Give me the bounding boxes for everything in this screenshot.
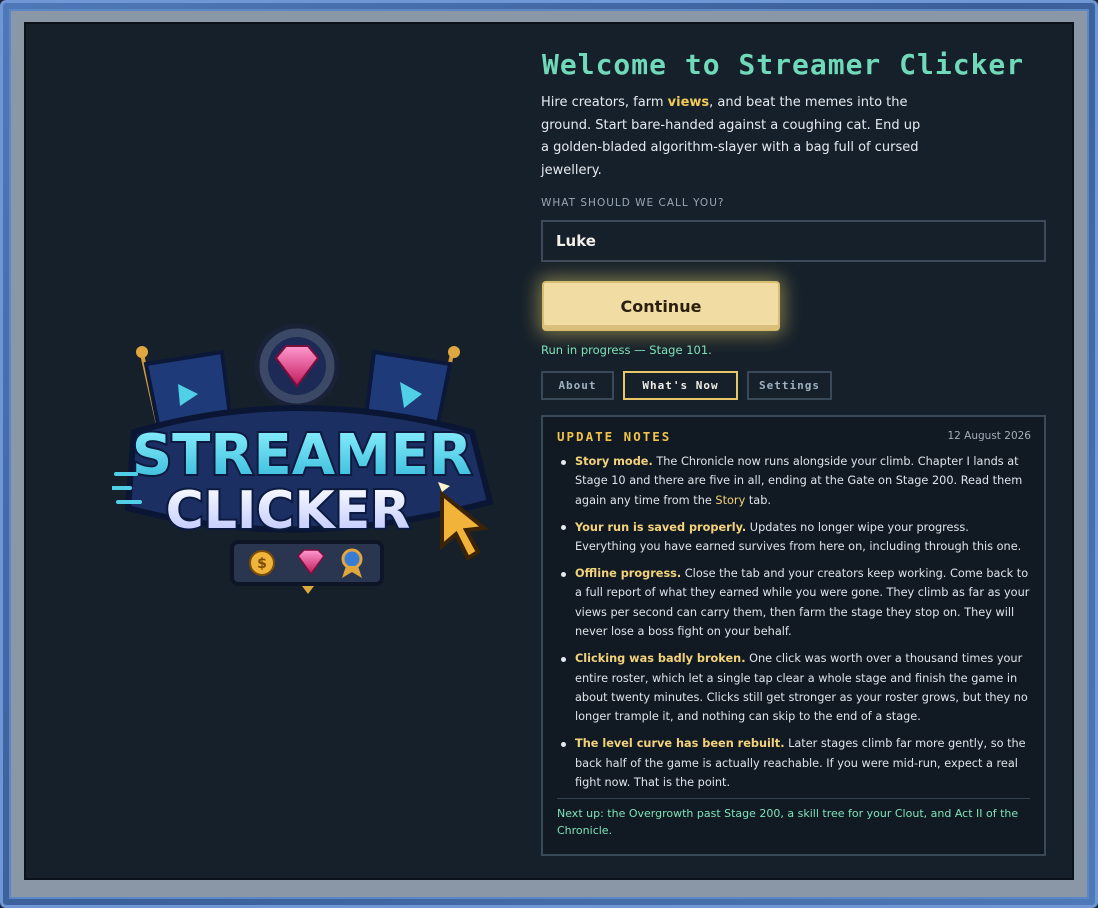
story-tab-link[interactable]: Story [715, 494, 745, 507]
next-up-note: Next up: the Overgrowth past Stage 200, … [557, 807, 1019, 837]
gem-medallion-icon [254, 324, 340, 409]
update-notes-panel: UPDATE NOTES 12 August 2026 Story mode. … [541, 415, 1046, 856]
update-notes-list: Story mode. The Chronicle now runs along… [557, 452, 1033, 800]
page-title: Welcome to Streamer Clicker [542, 48, 1025, 81]
note-heading: Clicking was badly broken. [575, 652, 746, 666]
tab-settings[interactable]: Settings [747, 371, 832, 400]
name-field-label: WHAT SHOULD WE CALL YOU? [541, 197, 725, 209]
medal-icon [341, 548, 363, 570]
logo-line-streamer: STREAMER [132, 423, 472, 488]
continue-button[interactable]: Continue [542, 281, 780, 331]
update-notes-title: UPDATE NOTES [557, 429, 672, 444]
note-heading: Your run is saved properly. [575, 520, 747, 534]
list-item: Clicking was badly broken. One click was… [557, 649, 1033, 727]
welcome-panel: STREAMER CLICKER $ Welcome to Streamer C… [24, 22, 1074, 880]
intro-text: Hire creators, farm views, and beat the … [541, 92, 931, 182]
name-input[interactable] [541, 220, 1046, 262]
intro-highlight: views [667, 95, 710, 110]
update-notes-date: 12 August 2026 [947, 430, 1031, 442]
reward-plaque: $ [230, 540, 384, 594]
notes-divider [557, 798, 1030, 799]
streamer-clicker-logo: STREAMER CLICKER $ [112, 324, 494, 594]
note-heading: Story mode. [575, 455, 653, 468]
note-text-tail: tab. [748, 493, 771, 507]
intro-part-1: Hire creators, farm [541, 95, 668, 110]
note-heading: Offline progress. [575, 567, 682, 581]
run-progress-note: Run in progress — Stage 101. [541, 343, 712, 357]
tab-whats-now[interactable]: What's Now [623, 371, 738, 400]
note-heading: The level curve has been rebuilt. [575, 737, 785, 751]
svg-text:$: $ [257, 556, 267, 572]
list-item: Offline progress. Close the tab and your… [557, 564, 1033, 642]
list-item: Your run is saved properly. Updates no l… [557, 518, 1033, 557]
tab-about[interactable]: About [541, 371, 614, 400]
logo-line-clicker: CLICKER [166, 481, 411, 541]
list-item: Story mode. The Chronicle now runs along… [557, 452, 1033, 510]
list-item: The level curve has been rebuilt. Later … [557, 734, 1033, 792]
